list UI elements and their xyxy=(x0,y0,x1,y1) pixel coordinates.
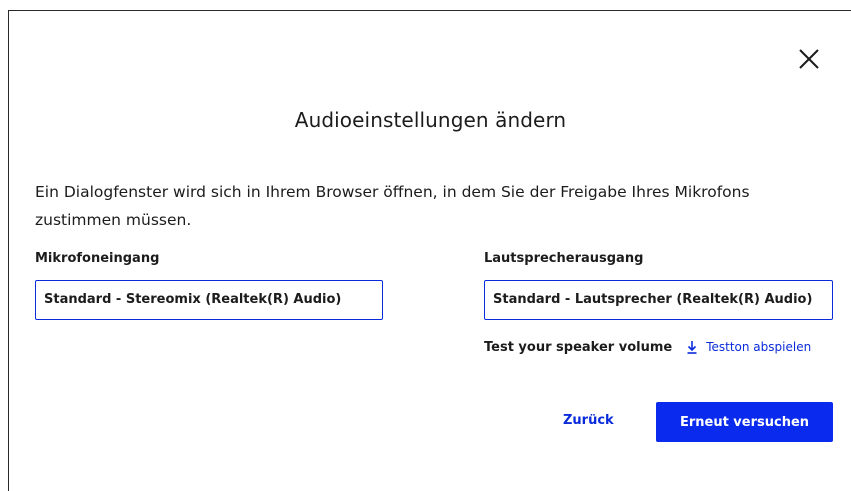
close-button[interactable] xyxy=(797,47,821,71)
download-arrow-icon xyxy=(687,341,697,354)
play-test-tone-link[interactable]: Testton abspielen xyxy=(686,340,811,354)
dialog-description: Ein Dialogfenster wird sich in Ihrem Bro… xyxy=(35,183,750,229)
microphone-label: Mikrofoneingang xyxy=(35,251,160,266)
microphone-select[interactable]: Standard - Stereomix (Realtek(R) Audio) xyxy=(35,280,383,320)
speaker-select[interactable]: Standard - Lautsprecher (Realtek(R) Audi… xyxy=(484,280,833,320)
back-button[interactable]: Zurück xyxy=(563,413,614,428)
audio-settings-dialog: Audioeinstellungen ändern Ein Dialogfens… xyxy=(8,10,851,491)
retry-button[interactable]: Erneut versuchen xyxy=(656,402,833,442)
speaker-test-label: Test your speaker volume xyxy=(484,339,673,355)
speaker-test-row: Test your speaker volume Testton abspiel… xyxy=(484,338,811,356)
play-test-tone-label: Testton abspielen xyxy=(706,340,812,354)
dialog-title: Audioeinstellungen ändern xyxy=(294,108,567,132)
close-icon xyxy=(799,49,819,69)
speaker-label: Lautsprecherausgang xyxy=(484,251,644,266)
